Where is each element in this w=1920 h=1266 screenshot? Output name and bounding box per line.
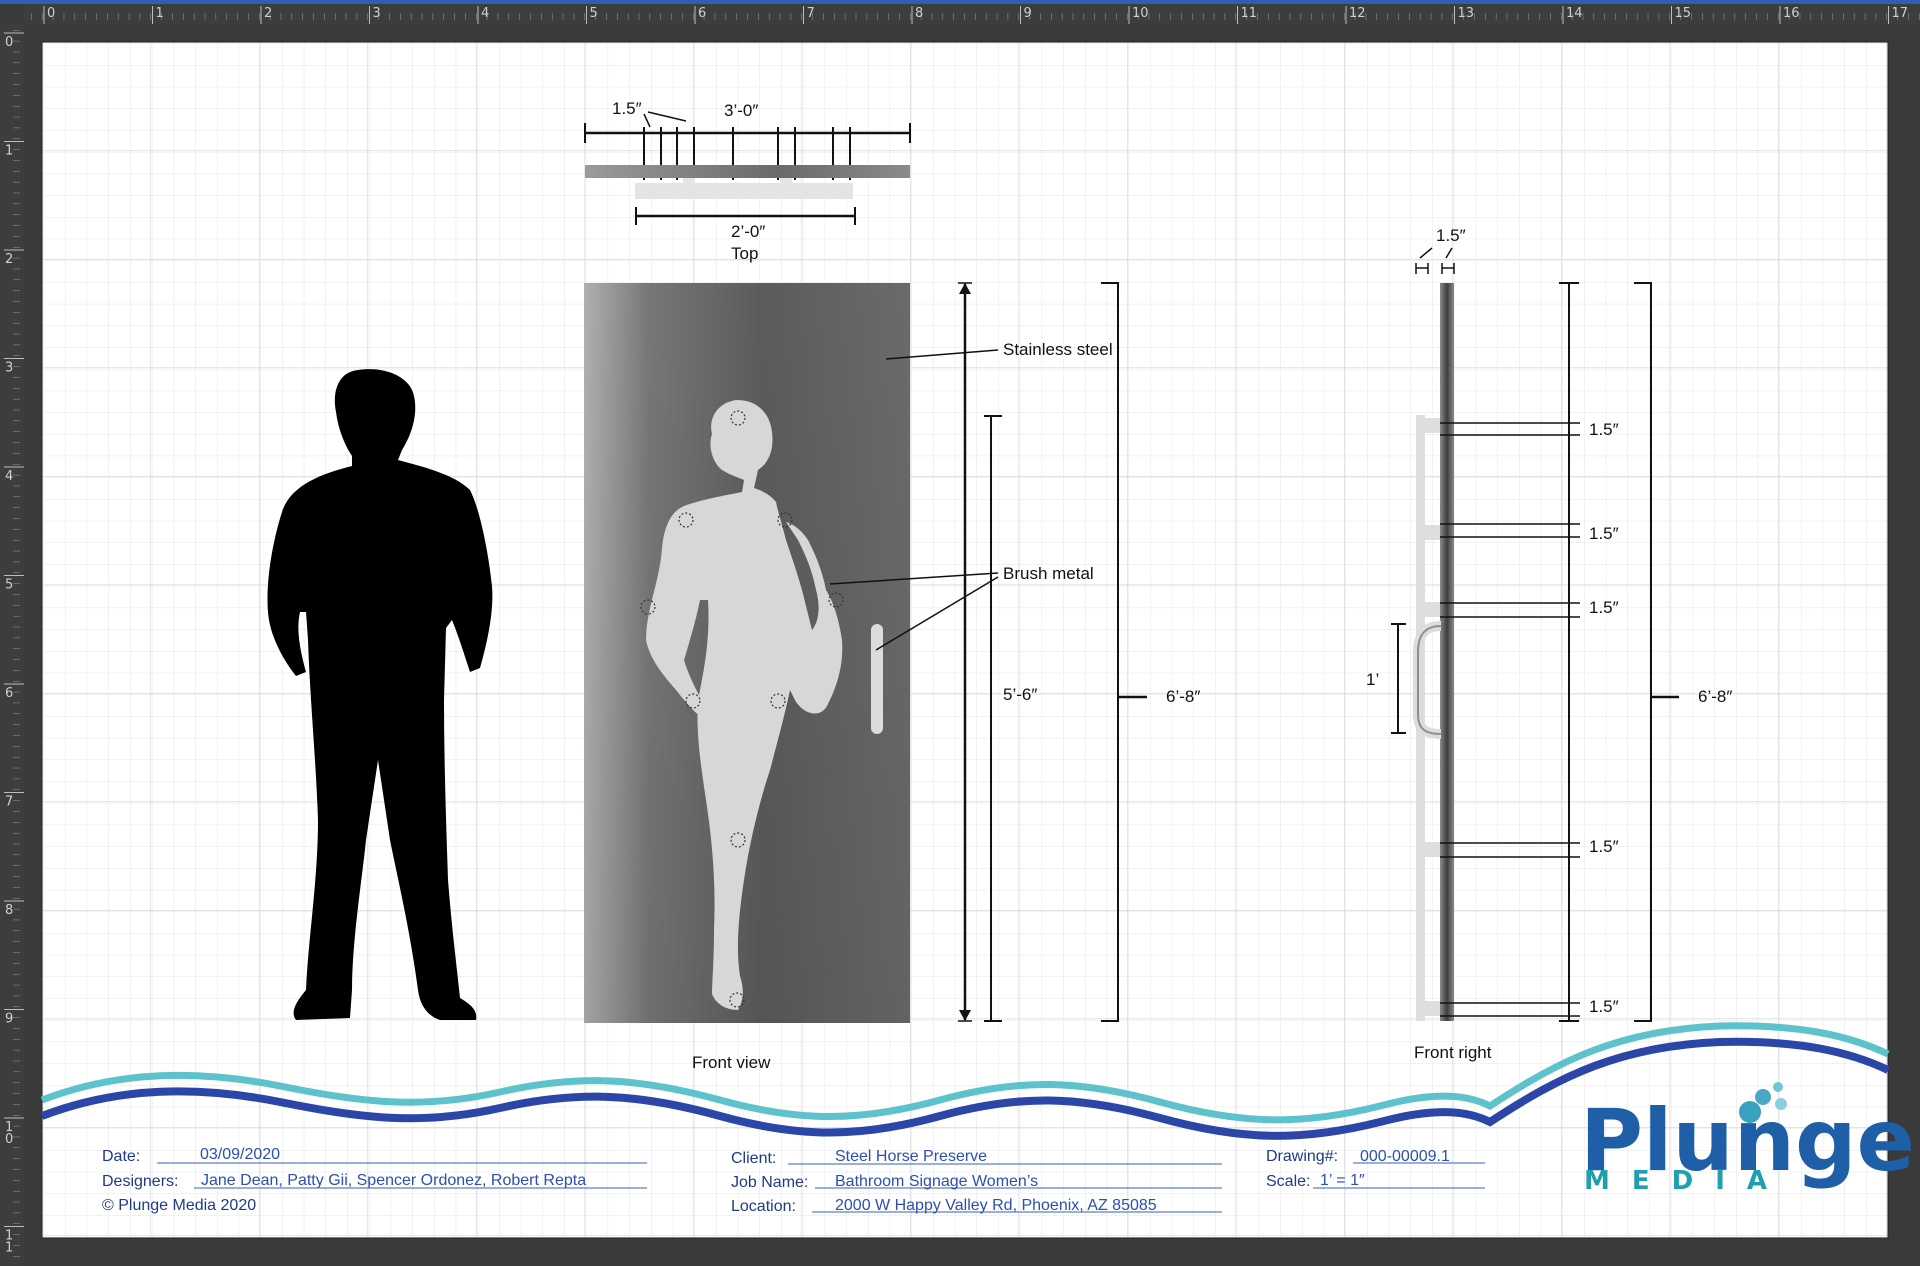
ruler-left-label: 8 bbox=[5, 903, 13, 918]
scale-value: 1’ = 1″ bbox=[1320, 1172, 1365, 1189]
drawing-number-value: 000-00009.1 bbox=[1360, 1148, 1450, 1165]
location-label: Location: bbox=[731, 1198, 796, 1215]
copyright-text: © Plunge Media 2020 bbox=[102, 1197, 256, 1214]
side-view-caption: Front right bbox=[1414, 1043, 1492, 1062]
ruler-top-label: 5 bbox=[590, 6, 598, 21]
ruler-top-label: 17 bbox=[1892, 6, 1909, 21]
client-value: Steel Horse Preserve bbox=[835, 1148, 987, 1165]
front-view: Front view bbox=[584, 283, 910, 1072]
ruler-top-label: 1 bbox=[156, 6, 164, 21]
door-handle bbox=[871, 624, 883, 734]
ruler-left-label: 0 bbox=[5, 35, 13, 50]
dim-height-outer-label: 6’-8″ bbox=[1166, 687, 1200, 706]
job-name-label: Job Name: bbox=[731, 1174, 808, 1191]
ruler-top-label: 9 bbox=[1024, 6, 1032, 21]
dim-standoff-4: 1.5″ bbox=[1589, 837, 1619, 856]
dim-span-label: 2’-0″ bbox=[731, 222, 765, 241]
dim-height-inner-label: 5’-6″ bbox=[1003, 685, 1037, 704]
ruler-top-label: 10 bbox=[1132, 6, 1149, 21]
top-view-caption: Top bbox=[731, 244, 758, 263]
scale-label: Scale: bbox=[1266, 1173, 1310, 1190]
dim-standoff-3: 1.5″ bbox=[1589, 598, 1619, 617]
dim-thickness-label: 1.5″ bbox=[1436, 226, 1466, 245]
dim-side-height-label: 6’-8″ bbox=[1698, 687, 1732, 706]
front-view-caption: Front view bbox=[692, 1053, 771, 1072]
designers-value: Jane Dean, Patty Gii, Spencer Ordonez, R… bbox=[201, 1172, 586, 1189]
ruler-top-label: 4 bbox=[481, 6, 489, 21]
ruler-top-label: 11 bbox=[1241, 6, 1258, 21]
ruler-left-label: 1 bbox=[5, 1241, 13, 1256]
designers-label: Designers: bbox=[102, 1173, 178, 1190]
ruler-top-label: 2 bbox=[264, 6, 272, 21]
ruler-top-label: 16 bbox=[1783, 6, 1800, 21]
dim-gap-label: 1.5″ bbox=[612, 99, 642, 118]
callout-brush-metal: Brush metal bbox=[1003, 564, 1094, 583]
ruler-top-label: 14 bbox=[1566, 6, 1583, 21]
ruler-top-label: 8 bbox=[915, 6, 923, 21]
drawing-number-label: Drawing#: bbox=[1266, 1148, 1338, 1165]
dim-standoff-5: 1.5″ bbox=[1589, 997, 1619, 1016]
ruler-top-label: 12 bbox=[1349, 6, 1366, 21]
ruler-left-label: 3 bbox=[5, 361, 13, 376]
ruler-left-label: 6 bbox=[5, 686, 13, 701]
ruler-left-label: 0 bbox=[5, 1132, 13, 1147]
ruler-left-label: 5 bbox=[5, 578, 13, 593]
dim-standoff-1: 1.5″ bbox=[1589, 420, 1619, 439]
logo-subtitle: MEDIA bbox=[1584, 1166, 1789, 1196]
date-value: 03/09/2020 bbox=[200, 1146, 280, 1163]
job-name-value: Bathroom Signage Women’s bbox=[835, 1173, 1038, 1190]
drawing-canvas: 0 1 2 3 4 5 6 7 8 9 10 11 12 13 14 15 16 17 0123456789101… bbox=[0, 0, 1920, 1266]
ruler-left-label: 2 bbox=[5, 252, 13, 267]
plunge-media-logo: Plunge MEDIA bbox=[1580, 1082, 1915, 1196]
client-label: Client: bbox=[731, 1150, 776, 1167]
ruler-top-label: 3 bbox=[373, 6, 381, 21]
top-accent-line bbox=[0, 0, 1920, 4]
ruler-top-label: 15 bbox=[1675, 6, 1692, 21]
side-panel-edge bbox=[1440, 283, 1454, 1021]
ruler-left-label: 7 bbox=[5, 795, 13, 810]
dim-standoff-2: 1.5″ bbox=[1589, 524, 1619, 543]
ruler-top-label: 6 bbox=[698, 6, 706, 21]
location-value: 2000 W Happy Valley Rd, Phoenix, AZ 8508… bbox=[835, 1197, 1157, 1214]
dim-handle-label: 1’ bbox=[1366, 670, 1379, 689]
ruler-left-label: 9 bbox=[5, 1012, 13, 1027]
ruler-left-label: 1 bbox=[5, 144, 13, 159]
date-label: Date: bbox=[102, 1148, 140, 1165]
ruler-left-label: 4 bbox=[5, 469, 13, 484]
ruler-top-label: 0 bbox=[47, 6, 55, 21]
ruler-top-label: 13 bbox=[1458, 6, 1475, 21]
dim-width-label: 3’-0″ bbox=[724, 101, 758, 120]
ruler-top-label: 7 bbox=[807, 6, 815, 21]
callout-stainless-steel: Stainless steel bbox=[1003, 340, 1113, 359]
shop-drawing: 0 1 2 3 4 5 6 7 8 9 10 11 12 13 14 15 16 17 0123456789101… bbox=[0, 0, 1920, 1266]
